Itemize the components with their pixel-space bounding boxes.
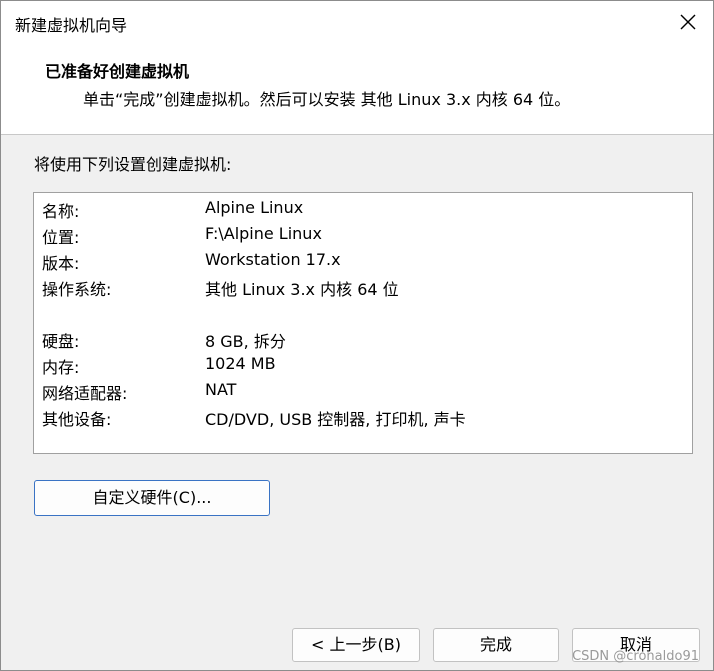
summary-key: 操作系统: (42, 280, 112, 299)
summary-key: 名称: (42, 202, 80, 221)
summary-row-os: 操作系统: 其他 Linux 3.x 内核 64 位 (34, 273, 692, 299)
watermark: CSDN @cronaldo91 (572, 649, 699, 664)
summary-value: NAT (205, 380, 237, 399)
close-icon (680, 14, 696, 30)
wizard-body: 将使用下列设置创建虚拟机: 名称: Alpine Linux 位置: F:\Al… (1, 135, 713, 670)
header-title: 已准备好创建虚拟机 (45, 62, 190, 81)
new-vm-wizard-dialog: 新建虚拟机向导 已准备好创建虚拟机 单击“完成”创建虚拟机。然后可以安装 其他 … (0, 0, 714, 671)
summary-row-disk: 硬盘: 8 GB, 拆分 (34, 325, 692, 351)
summary-value: 其他 Linux 3.x 内核 64 位 (205, 280, 399, 299)
summary-row-devices: 其他设备: CD/DVD, USB 控制器, 打印机, 声卡 (34, 403, 692, 429)
summary-key: 版本: (42, 254, 80, 273)
summary-row-location: 位置: F:\Alpine Linux (34, 221, 692, 247)
window-title: 新建虚拟机向导 (15, 16, 128, 35)
header-subtitle: 单击“完成”创建虚拟机。然后可以安装 其他 Linux 3.x 内核 64 位。 (83, 90, 571, 109)
summary-value: Alpine Linux (205, 198, 304, 217)
summary-key: 位置: (42, 228, 80, 247)
title-bar: 新建虚拟机向导 (1, 1, 713, 43)
summary-key: 内存: (42, 358, 80, 377)
back-button[interactable]: < 上一步(B) (292, 628, 420, 662)
settings-summary-box[interactable]: 名称: Alpine Linux 位置: F:\Alpine Linux 版本:… (33, 192, 693, 454)
finish-button[interactable]: 完成 (433, 628, 559, 662)
summary-key: 其他设备: (42, 410, 112, 429)
summary-value: CD/DVD, USB 控制器, 打印机, 声卡 (205, 410, 466, 429)
intro-text: 将使用下列设置创建虚拟机: (34, 155, 232, 174)
summary-value: Workstation 17.x (205, 250, 341, 269)
summary-row-memory: 内存: 1024 MB (34, 351, 692, 377)
summary-value: F:\Alpine Linux (205, 224, 322, 243)
summary-value: 1024 MB (205, 354, 276, 373)
close-button[interactable] (673, 7, 703, 37)
customize-hardware-button[interactable]: 自定义硬件(C)... (34, 480, 270, 516)
summary-row-name: 名称: Alpine Linux (34, 195, 692, 221)
summary-row-network: 网络适配器: NAT (34, 377, 692, 403)
wizard-header: 已准备好创建虚拟机 单击“完成”创建虚拟机。然后可以安装 其他 Linux 3.… (1, 43, 713, 135)
summary-value: 8 GB, 拆分 (205, 332, 286, 351)
summary-key: 硬盘: (42, 332, 80, 351)
summary-key: 网络适配器: (42, 384, 128, 403)
summary-row-version: 版本: Workstation 17.x (34, 247, 692, 273)
